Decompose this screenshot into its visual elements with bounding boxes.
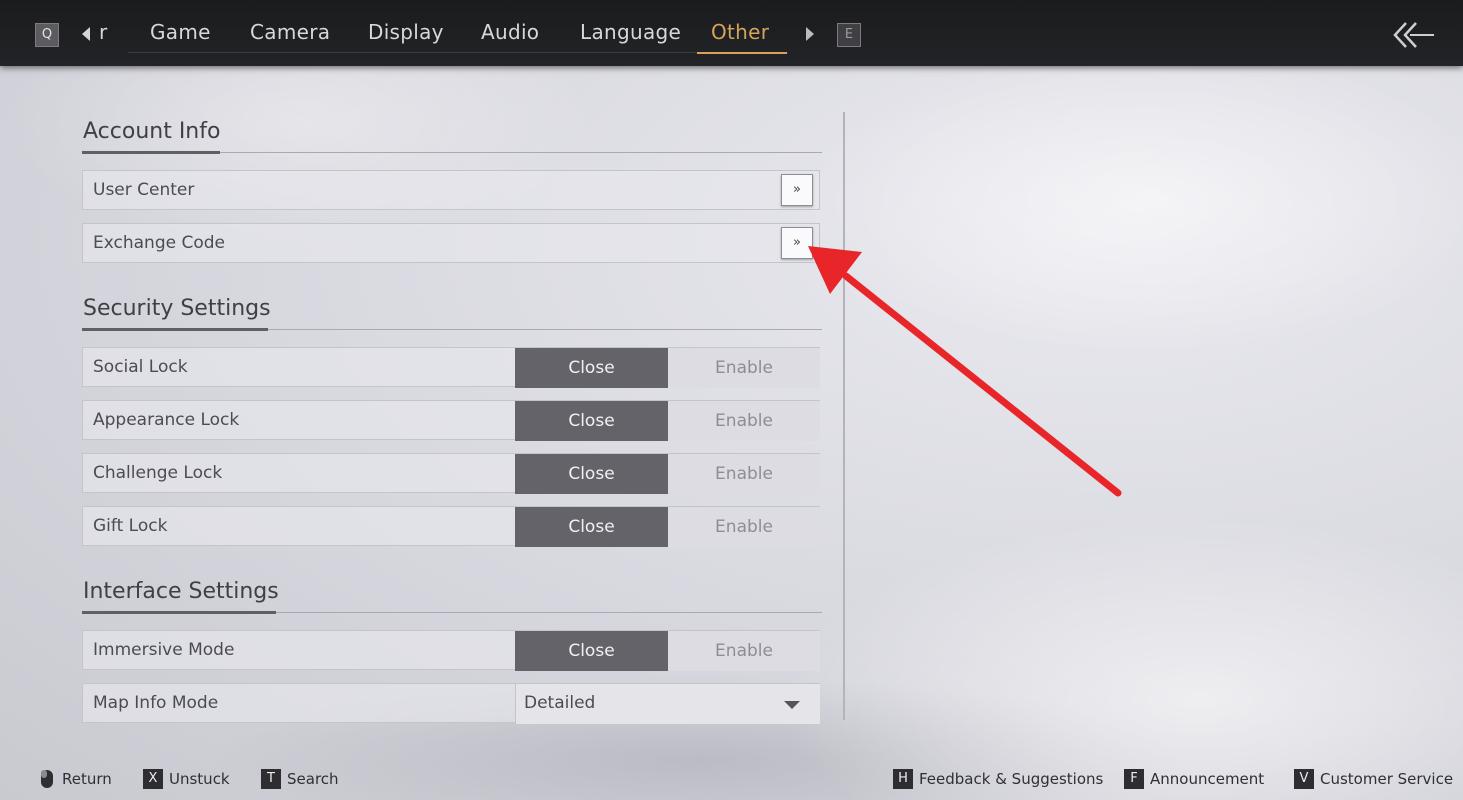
- hint-label: Customer Service: [1320, 770, 1454, 788]
- mouse-icon: [41, 770, 53, 788]
- hint-feedback[interactable]: H Feedback & Suggestions: [893, 769, 1103, 791]
- red-pointer-arrow-icon: [808, 246, 1122, 497]
- hint-label: Announcement: [1150, 770, 1265, 788]
- hint-search[interactable]: T Search: [261, 769, 339, 791]
- key-badge: V: [1294, 769, 1314, 789]
- hint-label: Return: [62, 770, 112, 788]
- key-badge: X: [143, 769, 163, 789]
- key-badge: H: [893, 769, 913, 789]
- hint-label: Unstuck: [169, 770, 230, 788]
- key-badge: T: [261, 769, 281, 789]
- hint-announcement[interactable]: F Announcement: [1124, 769, 1264, 791]
- hint-return[interactable]: Return: [40, 769, 112, 791]
- hint-customer-service[interactable]: V Customer Service: [1294, 769, 1453, 791]
- hint-unstuck[interactable]: X Unstuck: [143, 769, 230, 791]
- hint-label: Search: [287, 770, 339, 788]
- hint-label: Feedback & Suggestions: [919, 770, 1104, 788]
- key-badge: F: [1124, 769, 1144, 789]
